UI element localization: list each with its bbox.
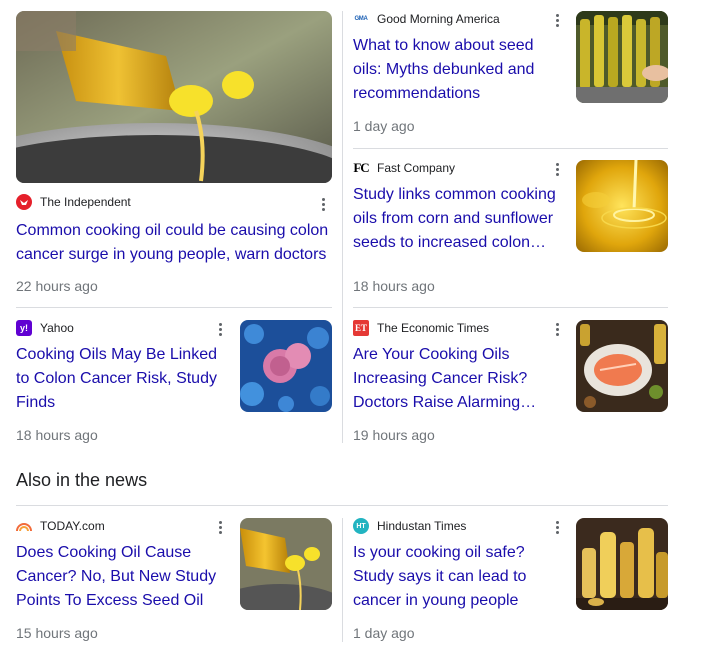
source-name: Hindustan Times <box>377 519 467 533</box>
fastcompany-thumbnail[interactable] <box>576 160 668 252</box>
yahoo-card: y! Yahoo Cooking Oils May Be Linked to C… <box>16 319 229 415</box>
article-time: 18 hours ago <box>353 278 435 294</box>
more-options-icon[interactable] <box>550 518 564 536</box>
today-thumbnail[interactable] <box>240 518 332 610</box>
oil-pour-image <box>16 11 332 183</box>
article-headline[interactable]: Is your cooking oil safe? Study says it … <box>353 541 566 613</box>
source-name: The Independent <box>40 195 131 209</box>
source-name: The Economic Times <box>377 321 490 335</box>
golden-oil-image <box>576 160 668 252</box>
source-row: GMA Good Morning America <box>353 10 566 28</box>
column-divider <box>342 11 343 443</box>
divider <box>16 307 332 308</box>
article-headline[interactable]: What to know about seed oils: Myths debu… <box>353 34 566 106</box>
independent-card: The Independent Common cooking oil could… <box>16 193 332 267</box>
gma-thumbnail[interactable] <box>576 11 668 103</box>
article-headline[interactable]: Study links common cooking oils from cor… <box>353 183 566 255</box>
source-name: TODAY.com <box>40 519 105 533</box>
fc-logo-icon: FC <box>353 160 369 176</box>
source-row: ET The Economic Times <box>353 319 566 337</box>
more-options-icon[interactable] <box>213 320 227 338</box>
salmon-plate-image <box>576 320 668 412</box>
more-options-icon[interactable] <box>550 160 564 178</box>
article-headline[interactable]: Are Your Cooking Oils Increasing Cancer … <box>353 343 566 415</box>
article-time: 19 hours ago <box>353 427 435 443</box>
today-card: TODAY.com Does Cooking Oil Cause Cancer?… <box>16 517 229 613</box>
hindustan-thumbnail[interactable] <box>576 518 668 610</box>
independent-thumbnail[interactable] <box>16 11 332 183</box>
source-name: Good Morning America <box>377 12 500 26</box>
article-time: 22 hours ago <box>16 278 98 294</box>
column-divider <box>342 518 343 642</box>
article-time: 1 day ago <box>353 625 415 641</box>
article-headline[interactable]: Does Cooking Oil Cause Cancer? No, But N… <box>16 541 229 613</box>
source-row: The Independent <box>16 193 332 211</box>
source-row: FC Fast Company <box>353 159 566 177</box>
source-row: y! Yahoo <box>16 319 229 337</box>
divider <box>353 148 668 149</box>
cancer-cell-image <box>240 320 332 412</box>
article-headline[interactable]: Common cooking oil could be causing colo… <box>16 219 332 267</box>
article-time: 18 hours ago <box>16 427 98 443</box>
source-row: TODAY.com <box>16 517 229 535</box>
more-options-icon[interactable] <box>550 11 564 29</box>
yahoo-thumbnail[interactable] <box>240 320 332 412</box>
oil-pour-image <box>240 518 332 610</box>
article-headline[interactable]: Cooking Oils May Be Linked to Colon Canc… <box>16 343 229 415</box>
divider <box>353 307 668 308</box>
more-options-icon[interactable] <box>550 320 564 338</box>
source-row: HT Hindustan Times <box>353 517 566 535</box>
article-time: 15 hours ago <box>16 625 98 641</box>
hindustan-card: HT Hindustan Times Is your cooking oil s… <box>353 517 566 613</box>
more-options-icon[interactable] <box>213 518 227 536</box>
economictimes-card: ET The Economic Times Are Your Cooking O… <box>353 319 566 415</box>
divider <box>16 505 668 506</box>
section-title: Also in the news <box>16 470 148 490</box>
et-logo-icon: ET <box>353 320 369 336</box>
yahoo-logo-icon: y! <box>16 320 32 336</box>
article-time: 1 day ago <box>353 118 415 134</box>
source-name: Yahoo <box>40 321 74 335</box>
oil-shelf-image <box>576 11 668 103</box>
fastcompany-card: FC Fast Company Study links common cooki… <box>353 159 566 255</box>
gma-card: GMA Good Morning America What to know ab… <box>353 10 566 106</box>
ht-logo-icon: HT <box>353 518 369 534</box>
more-options-icon[interactable] <box>316 195 330 213</box>
independent-eagle-icon <box>16 194 32 210</box>
today-rainbow-icon <box>16 518 32 534</box>
economictimes-thumbnail[interactable] <box>576 320 668 412</box>
gma-logo-icon: GMA <box>353 11 369 27</box>
source-name: Fast Company <box>377 161 456 175</box>
oil-bottles-image <box>576 518 668 610</box>
